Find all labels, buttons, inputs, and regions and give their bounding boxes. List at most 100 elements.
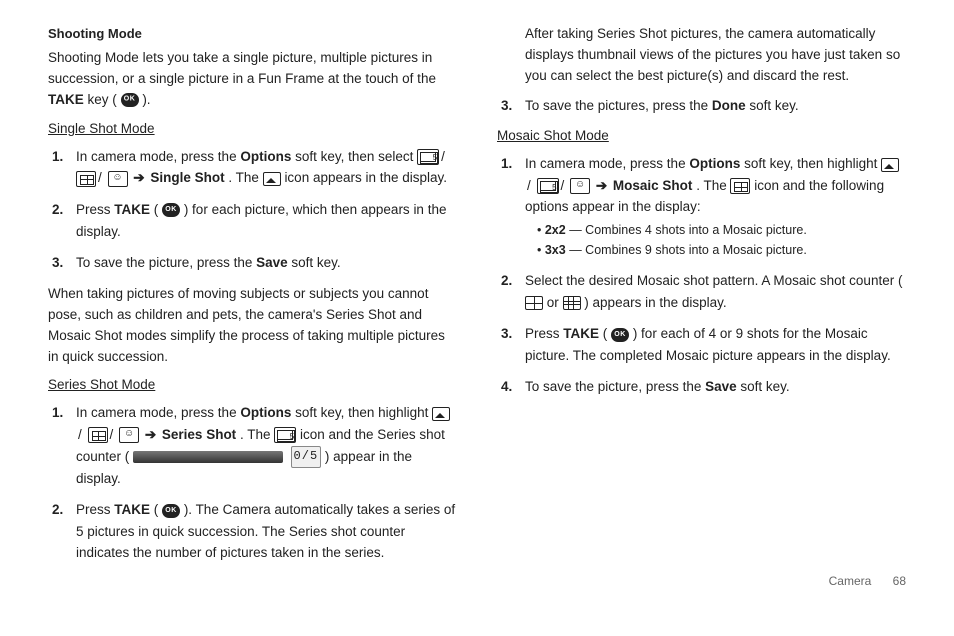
text: soft key, then highlight [744,156,881,171]
step: 3. Press TAKE ( ) for each of 4 or 9 sho… [525,323,906,366]
mosaic-icon [88,427,108,443]
page-number: 68 [893,574,906,588]
mosaic-shot-heading: Mosaic Shot Mode [497,126,906,147]
section-heading: Shooting Mode [48,24,457,44]
option-label: 3x3 [545,243,566,257]
step-number: 2. [501,270,512,292]
text: soft key. [740,379,789,394]
text: ). [142,92,150,107]
text: ( [603,326,608,341]
single-shot-heading: Single Shot Mode [48,119,457,140]
step: 3. To save the pictures, press the Done … [525,95,906,117]
text: — Combines 9 shots into a Mosaic picture… [569,243,807,257]
counter-bar-icon [133,451,283,463]
series-shot-label: Series Shot [162,427,236,442]
text: soft key, then select [295,149,417,164]
step: 3. To save the picture, press the Save s… [76,252,457,274]
text: In camera mode, press the [525,156,689,171]
moving-subjects-paragraph: When taking pictures of moving subjects … [48,284,457,368]
step-number: 3. [52,252,63,274]
step: 1. In camera mode, press the Options sof… [76,146,457,189]
text: To save the picture, press the [76,255,256,270]
mosaic-icon [76,171,96,187]
options-label: Options [689,156,740,171]
take-label: TAKE [114,502,150,517]
arrow-icon [143,427,158,442]
take-label: TAKE [48,92,84,107]
ok-key-icon [162,504,180,518]
step: 2. Press TAKE ( ). The Camera automatica… [76,499,457,564]
step-number: 1. [52,146,63,168]
counter-value: 0/5 [291,446,322,467]
footer-section: Camera [829,574,872,588]
text: icon appears in the display. [284,170,447,185]
text: ) appears in the display. [584,295,726,310]
step-number: 1. [52,402,63,424]
arrow-icon [131,170,146,185]
funframe-icon [119,427,139,443]
text: Press [76,202,114,217]
options-label: Options [240,149,291,164]
intro-paragraph: Shooting Mode lets you take a single pic… [48,48,457,111]
step-number: 2. [52,199,63,221]
text: . The [228,170,262,185]
series-icon [537,178,559,194]
text: soft key. [749,98,798,113]
series-icon [274,427,296,443]
options-label: Options [240,405,291,420]
series-shot-steps: 1. In camera mode, press the Options sof… [48,402,457,564]
single-shot-icon [263,172,281,186]
series-shot-steps-cont: 3. To save the pictures, press the Done … [497,95,906,117]
take-label: TAKE [114,202,150,217]
page-footer: Camera 68 [0,570,954,588]
ok-key-icon [121,93,139,107]
step-number: 3. [501,95,512,117]
text: In camera mode, press the [76,149,240,164]
text: — Combines 4 shots into a Mosaic picture… [569,223,807,237]
step: 2. Select the desired Mosaic shot patter… [525,270,906,313]
take-label: TAKE [563,326,599,341]
text: soft key, then highlight [295,405,432,420]
single-shot-steps: 1. In camera mode, press the Options sof… [48,146,457,274]
step-number: 4. [501,376,512,398]
text: soft key. [291,255,340,270]
mosaic-shot-steps: 1. In camera mode, press the Options sof… [497,153,906,398]
single-shot-icon [881,158,899,172]
series-after-paragraph: After taking Series Shot pictures, the c… [525,24,906,87]
text: To save the picture, press the [525,379,705,394]
text: or [547,295,563,310]
step: 4. To save the picture, press the Save s… [525,376,906,398]
mosaic-options-list: 2x2 — Combines 4 shots into a Mosaic pic… [525,220,906,260]
ok-key-icon [162,203,180,217]
step-number: 1. [501,153,512,175]
text: Select the desired Mosaic shot pattern. … [525,273,902,288]
grid-2x2-icon [525,296,543,310]
mosaic-icon [730,178,750,194]
text: Press [76,502,114,517]
text: . The [696,178,730,193]
list-item: 2x2 — Combines 4 shots into a Mosaic pic… [537,220,906,240]
text: key ( [88,92,117,107]
done-label: Done [712,98,746,113]
option-label: 2x2 [545,223,566,237]
list-item: 3x3 — Combines 9 shots into a Mosaic pic… [537,240,906,260]
funframe-icon [108,171,128,187]
series-shot-heading: Series Shot Mode [48,375,457,396]
text: In camera mode, press the [76,405,240,420]
step: 1. In camera mode, press the Options sof… [525,153,906,260]
series-icon [417,149,439,165]
grid-3x3-icon [563,296,581,310]
step-number: 3. [501,323,512,345]
step: 2. Press TAKE ( ) for each picture, whic… [76,199,457,242]
single-shot-icon [432,407,450,421]
text: ( [154,502,159,517]
save-label: Save [256,255,288,270]
mosaic-shot-label: Mosaic Shot [613,178,693,193]
ok-key-icon [611,328,629,342]
arrow-icon [594,178,609,193]
text: Press [525,326,563,341]
text: ( [154,202,159,217]
text: . The [240,427,274,442]
step: 1. In camera mode, press the Options sof… [76,402,457,489]
save-label: Save [705,379,737,394]
